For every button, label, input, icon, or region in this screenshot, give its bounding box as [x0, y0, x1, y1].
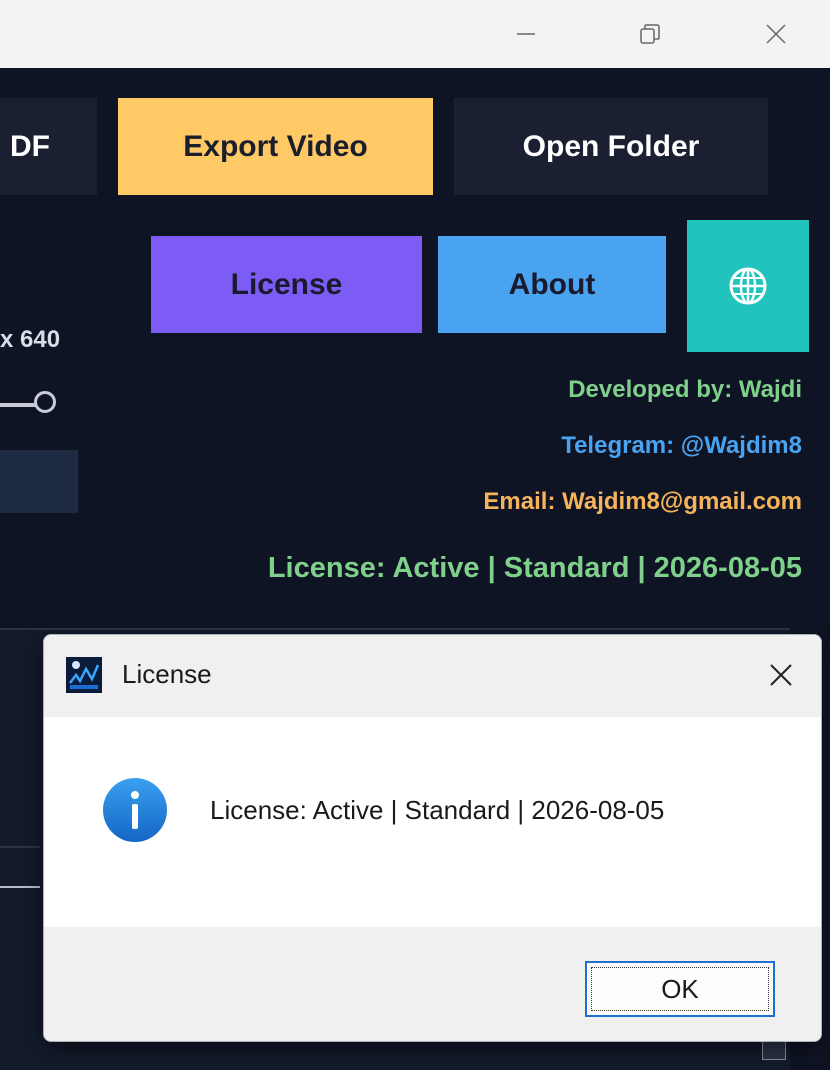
close-icon: [766, 24, 786, 44]
info-icon: [103, 778, 167, 842]
license-button[interactable]: License: [151, 236, 422, 333]
close-icon: [770, 664, 792, 686]
resolution-number: 640: [20, 326, 61, 353]
minimize-button[interactable]: [496, 0, 556, 68]
email-link[interactable]: Email: Wajdim8@gmail.com: [483, 488, 802, 516]
slider-handle[interactable]: [34, 391, 56, 413]
open-folder-button[interactable]: Open Folder: [454, 98, 768, 195]
ok-button[interactable]: OK: [585, 961, 775, 1017]
globe-icon: [729, 267, 767, 305]
telegram-link[interactable]: Telegram: @Wajdim8: [561, 432, 802, 460]
app-icon: [66, 657, 102, 693]
focus-outline: [591, 967, 769, 1011]
panel-divider: [0, 886, 40, 888]
dialog-title: License: [122, 659, 212, 689]
dialog-footer: OK: [44, 927, 821, 1041]
dialog-message: License: Active | Standard | 2026-08-05: [210, 795, 665, 825]
restore-icon: [640, 24, 660, 44]
resolution-value: x 640: [0, 326, 61, 353]
window-titlebar: [0, 0, 830, 68]
dialog-close-button[interactable]: [763, 655, 799, 695]
close-button[interactable]: [746, 0, 806, 68]
developer-credit: Developed by: Wajdi: [568, 376, 802, 403]
slider-track[interactable]: [0, 403, 36, 407]
dialog-titlebar: License: [44, 635, 821, 717]
maximize-button[interactable]: [620, 0, 680, 68]
panel-divider: [0, 846, 40, 848]
dialog-body: License: Active | Standard | 2026-08-05: [44, 717, 821, 927]
export-pdf-button[interactable]: DF: [0, 98, 97, 195]
website-button[interactable]: [687, 220, 809, 352]
export-video-button[interactable]: Export Video: [118, 98, 433, 195]
license-status: License: Active | Standard | 2026-08-05: [267, 552, 802, 584]
license-dialog: License License: Active | Standard | 202…: [43, 634, 822, 1042]
about-button[interactable]: About: [438, 236, 666, 333]
color-box[interactable]: [0, 450, 78, 513]
minimize-icon: [517, 33, 535, 35]
